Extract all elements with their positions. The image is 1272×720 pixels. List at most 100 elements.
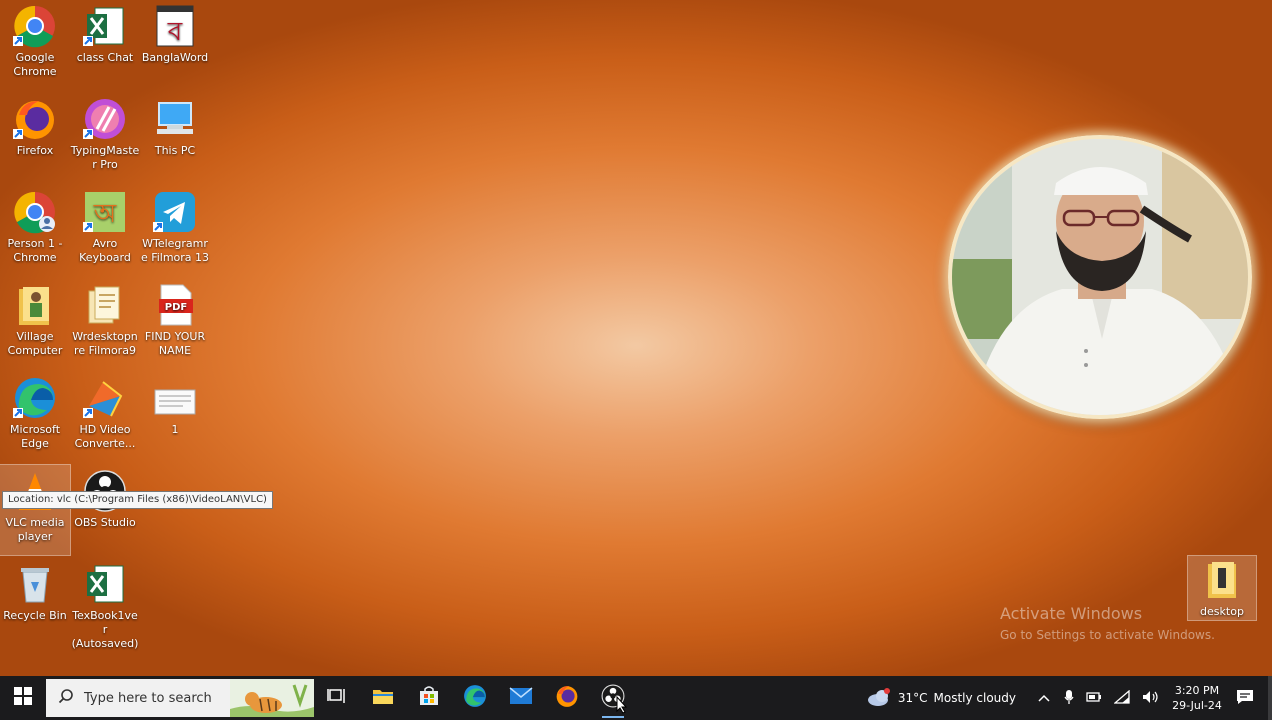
desktop-icon-label: 1: [171, 423, 179, 436]
edge-taskbar-button[interactable]: [452, 676, 498, 720]
wifi-icon[interactable]: [1113, 689, 1130, 707]
desktop-icon-wtelegramre-filmora13[interactable]: WTelegramre Filmora 13: [140, 186, 210, 276]
activate-windows-subtitle: Go to Settings to activate Windows.: [1000, 628, 1215, 642]
desktop-icon-label: VLC media player: [5, 516, 65, 543]
mail-button[interactable]: [498, 676, 544, 720]
desktop-icon-1[interactable]: 1: [140, 372, 210, 462]
telegram-icon: [153, 190, 197, 234]
excel-icon: [83, 4, 127, 48]
chrome-icon: [13, 4, 57, 48]
microsoft-store-button[interactable]: [406, 676, 452, 720]
folder-icon: [372, 686, 394, 710]
desktop-icon-label: Firefox: [16, 144, 54, 157]
desktop-icon-typingmaster[interactable]: TypingMaster Pro: [70, 93, 140, 183]
desktop-icon-avro-keyboard[interactable]: অ Avro Keyboard: [70, 186, 140, 276]
weather-widget[interactable]: 31°C Mostly cloudy: [866, 687, 1016, 710]
weather-temperature: 31°C: [897, 691, 928, 705]
desktop-icon-label: Microsoft Edge: [9, 423, 61, 450]
desktop-icon-banglaword[interactable]: ব BanglaWord: [140, 0, 210, 90]
desktop-icon-label: TexBook1ver (Autosaved): [71, 609, 139, 650]
show-hidden-icons-chevron-icon[interactable]: [1038, 691, 1050, 705]
taskbar-search-box[interactable]: Type here to search: [46, 679, 314, 717]
obs-taskbar-button[interactable]: [590, 676, 636, 720]
desktop-icon-google-chrome[interactable]: Google Chrome: [0, 0, 70, 90]
weather-condition: Mostly cloudy: [933, 691, 1017, 705]
search-icon: [58, 688, 74, 708]
desktop-icon-firefox[interactable]: Firefox: [0, 93, 70, 183]
desktop-icon-label: FIND YOUR NAME: [144, 330, 206, 357]
desktop-icon-texbook1ver[interactable]: TexBook1ver (Autosaved): [70, 558, 140, 650]
desktop-icon-find-your-name[interactable]: PDF FIND YOUR NAME: [140, 279, 210, 369]
desktop-icon-recycle-bin[interactable]: Recycle Bin: [0, 558, 70, 648]
desktop-icon-label: Avro Keyboard: [79, 237, 131, 264]
banglaword-icon: ব: [153, 4, 197, 48]
activate-windows-title: Activate Windows: [1000, 604, 1143, 623]
mouse-cursor-icon: [616, 695, 628, 718]
desktop: Google Chrome Firefox Person 1 - Chrome …: [0, 0, 1272, 676]
excel-icon: [83, 562, 127, 606]
computer-icon: [153, 97, 197, 141]
start-button[interactable]: [0, 676, 46, 720]
mail-envelope-icon: [509, 687, 533, 709]
file-explorer-button[interactable]: [360, 676, 406, 720]
task-view-button[interactable]: [314, 676, 360, 720]
show-desktop-button[interactable]: [1268, 676, 1272, 720]
folder-user-icon: [13, 283, 57, 327]
vlc-location-tooltip: Location: vlc (C:\Program Files (x86)\Vi…: [2, 491, 273, 509]
system-tray: 31°C Mostly cloudy 3:20 PM 29-Jul-24: [866, 676, 1272, 720]
search-placeholder: Type here to search: [84, 690, 212, 706]
taskbar-clock[interactable]: 3:20 PM 29-Jul-24: [1166, 683, 1228, 713]
pdf-icon: PDF: [153, 283, 197, 327]
folder-icon: [1200, 558, 1244, 602]
desktop-icon-label: Google Chrome: [13, 51, 57, 78]
speaker-volume-icon[interactable]: [1142, 690, 1160, 707]
firefox-taskbar-button[interactable]: [544, 676, 590, 720]
svg-text:ব: ব: [167, 17, 183, 47]
desktop-icon-microsoft-edge[interactable]: Microsoft Edge: [0, 372, 70, 462]
desktop-icon-label: WTelegramre Filmora 13: [140, 237, 210, 264]
search-highlight-tiger-icon: [230, 679, 314, 717]
taskbar: Type here to search 31°C Mostly cloudy 3…: [0, 676, 1272, 720]
desktop-icon-obs-studio[interactable]: OBS Studio: [70, 465, 140, 555]
desktop-icon-label: Person 1 - Chrome: [7, 237, 63, 264]
avro-keyboard-icon: অ: [83, 190, 127, 234]
desktop-icon-label: OBS Studio: [74, 516, 136, 529]
typingmaster-icon: [83, 97, 127, 141]
windows-logo-icon: [14, 687, 32, 709]
desktop-icon-label: Village Computer: [7, 330, 63, 357]
firefox-icon: [555, 684, 579, 712]
clock-time: 3:20 PM: [1174, 684, 1220, 697]
notifications-icon[interactable]: [1236, 689, 1254, 708]
desktop-icon-label: HD Video Converte...: [74, 423, 136, 450]
task-view-icon: [327, 687, 347, 709]
desktop-icon-class-chat[interactable]: class Chat: [70, 0, 140, 90]
desktop-icon-label: BanglaWord: [141, 51, 209, 64]
desktop-icon-person1-chrome[interactable]: Person 1 - Chrome: [0, 186, 70, 276]
desktop-icon-village-computer[interactable]: Village Computer: [0, 279, 70, 369]
hd-video-converter-icon: [83, 376, 127, 420]
chrome-profile-icon: [13, 190, 57, 234]
edge-icon: [463, 684, 487, 712]
desktop-icon-label: desktop: [1200, 605, 1244, 618]
edge-icon: [13, 376, 57, 420]
desktop-icon-label: This PC: [154, 144, 196, 157]
desktop-icon-label: Wrdesktopnre Filmora9: [72, 330, 138, 357]
webcam-portrait: [948, 135, 1252, 419]
desktop-icon-this-pc[interactable]: This PC: [140, 93, 210, 183]
desktop-icon-hd-video-converter[interactable]: HD Video Converte...: [70, 372, 140, 462]
desktop-icon-vlc[interactable]: VLC media player: [0, 464, 71, 556]
svg-text:PDF: PDF: [165, 302, 187, 313]
person-illustration: [952, 139, 1248, 415]
cloudy-weather-icon: [866, 687, 892, 710]
store-bag-icon: [418, 685, 440, 711]
recycle-bin-icon: [13, 562, 57, 606]
desktop-icon-wrdesktopnre-filmora9[interactable]: Wrdesktopnre Filmora9: [70, 279, 140, 369]
battery-icon[interactable]: [1086, 691, 1102, 706]
svg-text:অ: অ: [93, 199, 117, 229]
desktop-icon-label: Recycle Bin: [3, 609, 67, 622]
clock-date: 29-Jul-24: [1172, 699, 1222, 712]
desktop-icon-desktop-folder[interactable]: desktop: [1187, 555, 1257, 621]
firefox-icon: [13, 97, 57, 141]
microphone-icon[interactable]: [1064, 689, 1074, 708]
documents-icon: [83, 283, 127, 327]
